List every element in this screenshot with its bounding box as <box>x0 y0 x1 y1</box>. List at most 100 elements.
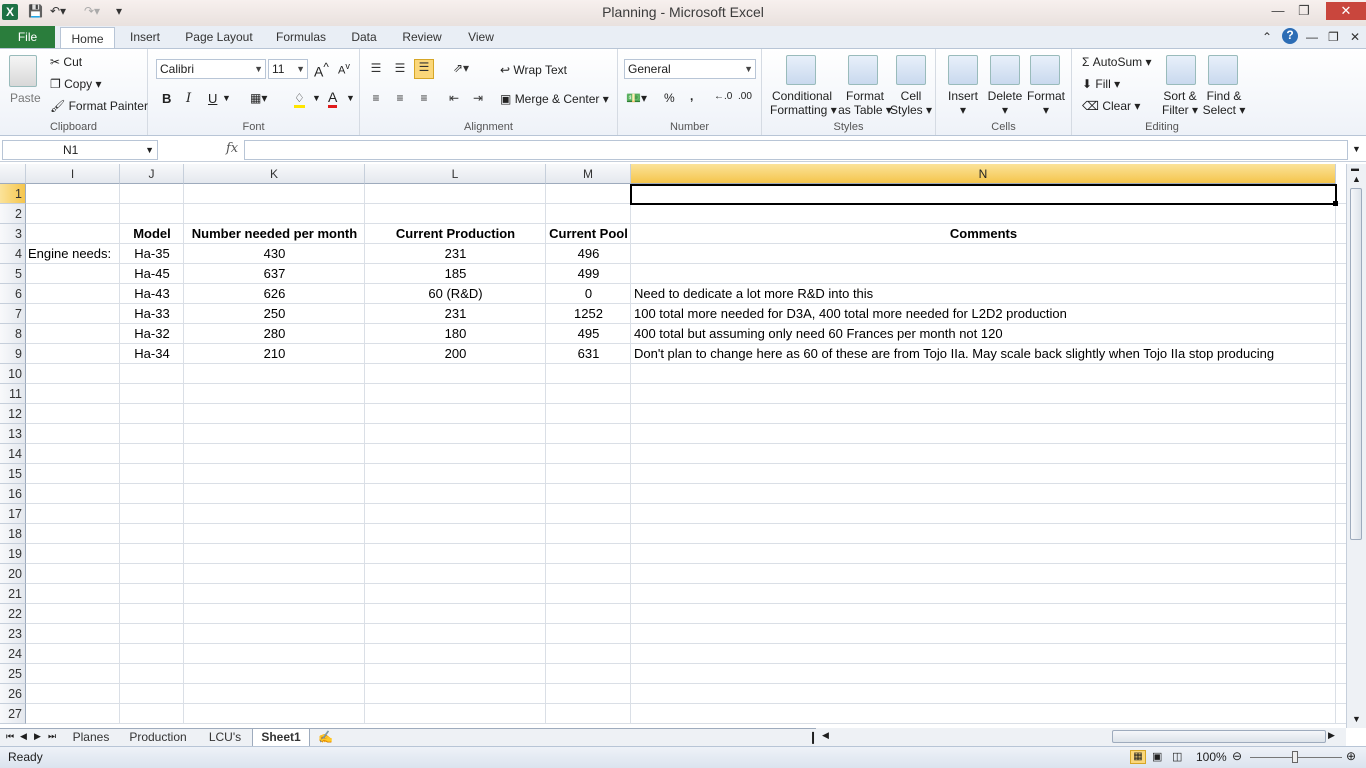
tab-file[interactable]: File <box>0 26 55 48</box>
copy-button[interactable]: ❐ Copy ▾ <box>50 77 101 91</box>
col-header-l[interactable]: L <box>365 164 546 184</box>
zoom-out-icon[interactable]: ⊖ <box>1232 749 1242 763</box>
conditional-formatting-icon[interactable] <box>786 55 816 85</box>
font-color-icon[interactable]: A <box>328 89 338 108</box>
row-header[interactable]: 14 <box>0 444 26 464</box>
row-header[interactable]: 2 <box>0 204 26 224</box>
close-icon[interactable]: ✕ <box>1326 2 1366 20</box>
sort-filter-button[interactable]: Sort & Filter ▾ <box>1158 89 1202 117</box>
paste-button[interactable]: Paste <box>10 91 41 105</box>
col-header-j[interactable]: J <box>120 164 184 184</box>
clear-button[interactable]: ⌫ Clear ▾ <box>1082 99 1140 113</box>
font-name-combo[interactable]: Calibri ▼ <box>156 59 266 79</box>
orientation-icon[interactable]: ⇗▾ <box>450 61 472 75</box>
underline-dropdown-icon[interactable]: ▼ <box>222 93 231 103</box>
font-color-dropdown-icon[interactable]: ▼ <box>346 93 355 103</box>
conditional-formatting-button[interactable]: Conditional Formatting ▾ <box>770 89 837 117</box>
row-header[interactable]: 12 <box>0 404 26 424</box>
format-painter-button[interactable]: 🖌 Format Painter <box>50 99 148 113</box>
col-header-i[interactable]: I <box>26 164 120 184</box>
insert-sheet-icon[interactable]: ✍ <box>318 730 333 744</box>
page-layout-view-icon[interactable]: ▣ <box>1152 750 1162 763</box>
cell-model[interactable]: Ha-34 <box>120 344 184 364</box>
help-icon[interactable]: ? <box>1282 28 1298 44</box>
cell-model[interactable]: Ha-43 <box>120 284 184 304</box>
find-select-button[interactable]: Find & Select ▾ <box>1202 89 1246 117</box>
fill-button[interactable]: ⬇ Fill ▾ <box>1082 77 1120 91</box>
tab-data[interactable]: Data <box>344 26 384 48</box>
cell-comment[interactable] <box>634 244 1334 264</box>
cell-comment[interactable] <box>634 264 1334 284</box>
row-header[interactable]: 16 <box>0 484 26 504</box>
row-header[interactable]: 9 <box>0 344 26 364</box>
zoom-in-icon[interactable]: ⊕ <box>1346 749 1356 763</box>
header-production[interactable]: Current Production <box>365 224 546 244</box>
insert-cells-icon[interactable] <box>948 55 978 85</box>
cell-model[interactable]: Ha-32 <box>120 324 184 344</box>
align-right-icon[interactable]: ≡ <box>416 91 432 105</box>
cell-model[interactable]: Ha-45 <box>120 264 184 284</box>
sheet-tab-sheet1[interactable]: Sheet1 <box>252 729 310 747</box>
cell-comment[interactable]: Need to dedicate a lot more R&D into thi… <box>634 284 1334 304</box>
align-left-icon[interactable]: ≡ <box>368 91 384 105</box>
cell-needed[interactable]: 250 <box>184 304 365 324</box>
header-needed[interactable]: Number needed per month <box>184 224 365 244</box>
insert-cells-button[interactable]: Insert ▾ <box>946 89 980 117</box>
row-header[interactable]: 6 <box>0 284 26 304</box>
find-select-icon[interactable] <box>1208 55 1238 85</box>
row-header[interactable]: 23 <box>0 624 26 644</box>
page-break-view-icon[interactable]: ◫ <box>1172 750 1182 763</box>
cell-needed[interactable]: 637 <box>184 264 365 284</box>
number-format-combo[interactable]: General ▼ <box>624 59 756 79</box>
increase-decimal-icon[interactable]: ←.0 <box>714 91 732 102</box>
cell-production[interactable]: 231 <box>365 244 546 264</box>
comma-button[interactable]: , <box>690 89 693 103</box>
tab-home[interactable]: Home <box>60 27 115 49</box>
row-header[interactable]: 19 <box>0 544 26 564</box>
format-cells-button[interactable]: Format ▾ <box>1026 89 1066 117</box>
currency-icon[interactable]: 💵▾ <box>626 91 647 105</box>
cell-production[interactable]: 231 <box>365 304 546 324</box>
row-header[interactable]: 5 <box>0 264 26 284</box>
scroll-down-icon[interactable]: ▼ <box>1352 714 1361 724</box>
underline-button[interactable]: U <box>208 91 217 106</box>
cell-pool[interactable]: 496 <box>546 244 631 264</box>
workbook-minimize-icon[interactable]: — <box>1306 30 1318 46</box>
delete-cells-button[interactable]: Delete ▾ <box>986 89 1024 117</box>
cell-pool[interactable]: 1252 <box>546 304 631 324</box>
horizontal-scroll-thumb[interactable] <box>1112 730 1326 743</box>
grow-font-icon[interactable]: A^ <box>314 61 329 80</box>
tab-view[interactable]: View <box>460 26 502 48</box>
sheet-tab-lcus[interactable]: LCU's <box>200 729 250 747</box>
row-header[interactable]: 27 <box>0 704 26 724</box>
first-sheet-icon[interactable]: ⏮ <box>6 731 14 742</box>
row-header[interactable]: 15 <box>0 464 26 484</box>
delete-cells-icon[interactable] <box>990 55 1020 85</box>
font-size-combo[interactable]: 11 ▼ <box>268 59 308 79</box>
horizontal-scrollbar[interactable]: ◀ ▶ <box>816 728 1346 746</box>
fill-color-icon[interactable]: ♢ <box>294 91 305 108</box>
align-center-icon[interactable]: ≡ <box>392 91 408 105</box>
col-header-k[interactable]: K <box>184 164 365 184</box>
wrap-text-button[interactable]: ↩ Wrap Text <box>500 63 567 77</box>
cell-production[interactable]: 185 <box>365 264 546 284</box>
row-header[interactable]: 25 <box>0 664 26 684</box>
zoom-slider-thumb[interactable] <box>1292 751 1298 763</box>
cell-production[interactable]: 200 <box>365 344 546 364</box>
minimize-icon[interactable]: — <box>1266 2 1290 20</box>
bold-button[interactable]: B <box>162 91 171 106</box>
col-header-m[interactable]: M <box>546 164 631 184</box>
engine-needs-label[interactable]: Engine needs: <box>28 244 122 264</box>
decrease-decimal-icon[interactable]: .00 <box>738 91 752 102</box>
align-middle-icon[interactable]: ☰ <box>392 61 408 75</box>
increase-indent-icon[interactable]: ⇥ <box>470 91 486 105</box>
sheet-tab-production[interactable]: Production <box>120 729 196 747</box>
decrease-indent-icon[interactable]: ⇤ <box>446 91 462 105</box>
cell-needed[interactable]: 210 <box>184 344 365 364</box>
cell-needed[interactable]: 430 <box>184 244 365 264</box>
cell-styles-button[interactable]: Cell Styles ▾ <box>890 89 932 117</box>
sort-filter-icon[interactable] <box>1166 55 1196 85</box>
merge-center-button[interactable]: ▣ Merge & Center ▾ <box>500 92 609 106</box>
vertical-scroll-thumb[interactable] <box>1350 188 1362 540</box>
vertical-scrollbar[interactable]: ▬ ▲ ▼ <box>1346 164 1366 728</box>
